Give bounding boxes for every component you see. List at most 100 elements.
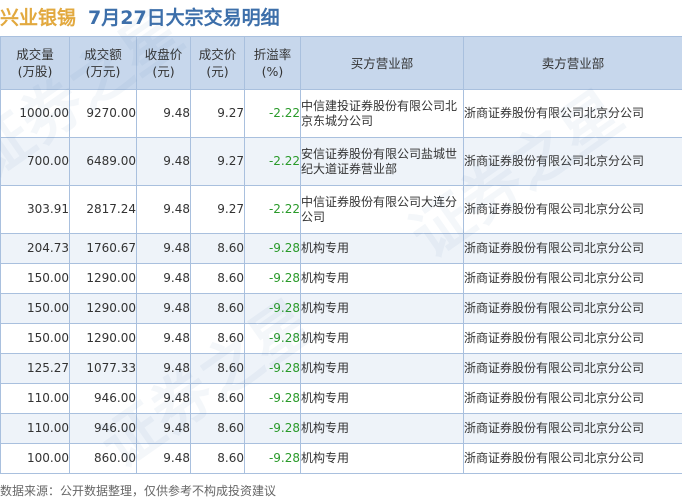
cell-premium-rate: -9.28	[244, 293, 301, 324]
cell-volume: 303.91	[0, 185, 70, 234]
table-row: 150.00 1290.00 9.48 8.60 -9.28 机构专用 浙商证券…	[0, 293, 682, 324]
data-source-note: 数据来源：公开数据整理，仅供参考不构成投资建议	[0, 484, 277, 498]
cell-amount: 946.00	[69, 383, 137, 414]
cell-seller: 浙商证券股份有限公司北京分公司	[463, 353, 682, 384]
table-row: 150.00 1290.00 9.48 8.60 -9.28 机构专用 浙商证券…	[0, 263, 682, 294]
cell-buyer: 机构专用	[300, 293, 464, 324]
stock-name: 兴业银锡	[0, 7, 77, 29]
cell-amount: 1290.00	[69, 323, 137, 354]
cell-volume: 204.73	[0, 233, 70, 264]
cell-seller: 浙商证券股份有限公司北京分公司	[463, 293, 682, 324]
cell-close-price: 9.48	[136, 383, 191, 414]
cell-premium-rate: -9.28	[244, 383, 301, 414]
cell-deal-price: 9.27	[190, 185, 245, 234]
block-trade-table: 成交量 (万股) 成交额 (万元) 收盘价 (元) 成交价 (元) 折溢率 (%) 买方营…	[0, 36, 682, 474]
cell-deal-price: 8.60	[190, 413, 245, 444]
cell-buyer: 中信证券股份有限公司大连分公司	[300, 185, 464, 234]
col-header-volume: 成交量 (万股)	[0, 36, 70, 90]
cell-seller: 浙商证券股份有限公司北京分公司	[463, 233, 682, 264]
table-row: 100.00 860.00 9.48 8.60 -9.28 机构专用 浙商证券股…	[0, 443, 682, 474]
cell-amount: 860.00	[69, 443, 137, 474]
col-header-amount: 成交额 (万元)	[69, 36, 137, 90]
cell-buyer: 安信证券股份有限公司盐城世纪大道证券营业部	[300, 137, 464, 186]
cell-seller: 浙商证券股份有限公司北京分公司	[463, 383, 682, 414]
col-header-seller: 卖方营业部	[463, 36, 682, 90]
cell-deal-price: 8.60	[190, 263, 245, 294]
cell-amount: 6489.00	[69, 137, 137, 186]
cell-close-price: 9.48	[136, 263, 191, 294]
table-row: 125.27 1077.33 9.48 8.60 -9.28 机构专用 浙商证券…	[0, 353, 682, 384]
cell-seller: 浙商证券股份有限公司北京分公司	[463, 413, 682, 444]
cell-premium-rate: -9.28	[244, 233, 301, 264]
table-row: 204.73 1760.67 9.48 8.60 -9.28 机构专用 浙商证券…	[0, 233, 682, 264]
cell-deal-price: 8.60	[190, 323, 245, 354]
cell-buyer: 机构专用	[300, 443, 464, 474]
col-header-premium-rate: 折溢率 (%)	[244, 36, 301, 90]
col-header-buyer: 买方营业部	[300, 36, 464, 90]
cell-buyer: 机构专用	[300, 383, 464, 414]
table-body: 1000.00 9270.00 9.48 9.27 -2.22 中信建投证券股份…	[0, 89, 682, 474]
cell-premium-rate: -2.22	[244, 185, 301, 234]
cell-seller: 浙商证券股份有限公司北京分公司	[463, 185, 682, 234]
cell-close-price: 9.48	[136, 353, 191, 384]
table-row: 303.91 2817.24 9.48 9.27 -2.22 中信证券股份有限公…	[0, 185, 682, 234]
cell-buyer: 中信建投证券股份有限公司北京东城分公司	[300, 89, 464, 138]
cell-amount: 946.00	[69, 413, 137, 444]
table-row: 150.00 1290.00 9.48 8.60 -9.28 机构专用 浙商证券…	[0, 323, 682, 354]
cell-amount: 1077.33	[69, 353, 137, 384]
cell-buyer: 机构专用	[300, 413, 464, 444]
cell-seller: 浙商证券股份有限公司北京分公司	[463, 137, 682, 186]
cell-amount: 9270.00	[69, 89, 137, 138]
cell-amount: 1290.00	[69, 293, 137, 324]
table-row: 700.00 6489.00 9.48 9.27 -2.22 安信证券股份有限公…	[0, 137, 682, 186]
cell-volume: 150.00	[0, 293, 70, 324]
cell-volume: 150.00	[0, 323, 70, 354]
cell-seller: 浙商证券股份有限公司北京分公司	[463, 263, 682, 294]
cell-volume: 1000.00	[0, 89, 70, 138]
cell-close-price: 9.48	[136, 185, 191, 234]
cell-deal-price: 8.60	[190, 293, 245, 324]
title-bar: 兴业银锡 7月27日大宗交易明细	[0, 0, 682, 34]
cell-volume: 100.00	[0, 443, 70, 474]
cell-premium-rate: -9.28	[244, 263, 301, 294]
table-row: 110.00 946.00 9.48 8.60 -9.28 机构专用 浙商证券股…	[0, 383, 682, 414]
cell-seller: 浙商证券股份有限公司北京分公司	[463, 443, 682, 474]
col-header-deal-price: 成交价 (元)	[190, 36, 245, 90]
cell-deal-price: 9.27	[190, 89, 245, 138]
cell-volume: 110.00	[0, 383, 70, 414]
cell-close-price: 9.48	[136, 413, 191, 444]
cell-deal-price: 8.60	[190, 353, 245, 384]
cell-volume: 150.00	[0, 263, 70, 294]
cell-seller: 浙商证券股份有限公司北京分公司	[463, 89, 682, 138]
cell-buyer: 机构专用	[300, 233, 464, 264]
col-header-close-price: 收盘价 (元)	[136, 36, 191, 90]
page-title: 7月27日大宗交易明细	[88, 7, 280, 29]
cell-deal-price: 9.27	[190, 137, 245, 186]
cell-volume: 110.00	[0, 413, 70, 444]
cell-premium-rate: -9.28	[244, 323, 301, 354]
cell-deal-price: 8.60	[190, 233, 245, 264]
cell-close-price: 9.48	[136, 293, 191, 324]
cell-close-price: 9.48	[136, 137, 191, 186]
cell-premium-rate: -2.22	[244, 89, 301, 138]
cell-volume: 700.00	[0, 137, 70, 186]
table-header-row: 成交量 (万股) 成交额 (万元) 收盘价 (元) 成交价 (元) 折溢率 (%) 买方营…	[0, 36, 682, 90]
cell-premium-rate: -9.28	[244, 413, 301, 444]
cell-buyer: 机构专用	[300, 263, 464, 294]
cell-amount: 1760.67	[69, 233, 137, 264]
cell-close-price: 9.48	[136, 89, 191, 138]
cell-deal-price: 8.60	[190, 443, 245, 474]
cell-seller: 浙商证券股份有限公司北京分公司	[463, 323, 682, 354]
cell-amount: 2817.24	[69, 185, 137, 234]
cell-buyer: 机构专用	[300, 353, 464, 384]
cell-close-price: 9.48	[136, 233, 191, 264]
cell-premium-rate: -9.28	[244, 353, 301, 384]
cell-amount: 1290.00	[69, 263, 137, 294]
cell-premium-rate: -2.22	[244, 137, 301, 186]
table-row: 110.00 946.00 9.48 8.60 -9.28 机构专用 浙商证券股…	[0, 413, 682, 444]
cell-close-price: 9.48	[136, 443, 191, 474]
cell-premium-rate: -9.28	[244, 443, 301, 474]
cell-volume: 125.27	[0, 353, 70, 384]
cell-buyer: 机构专用	[300, 323, 464, 354]
cell-close-price: 9.48	[136, 323, 191, 354]
